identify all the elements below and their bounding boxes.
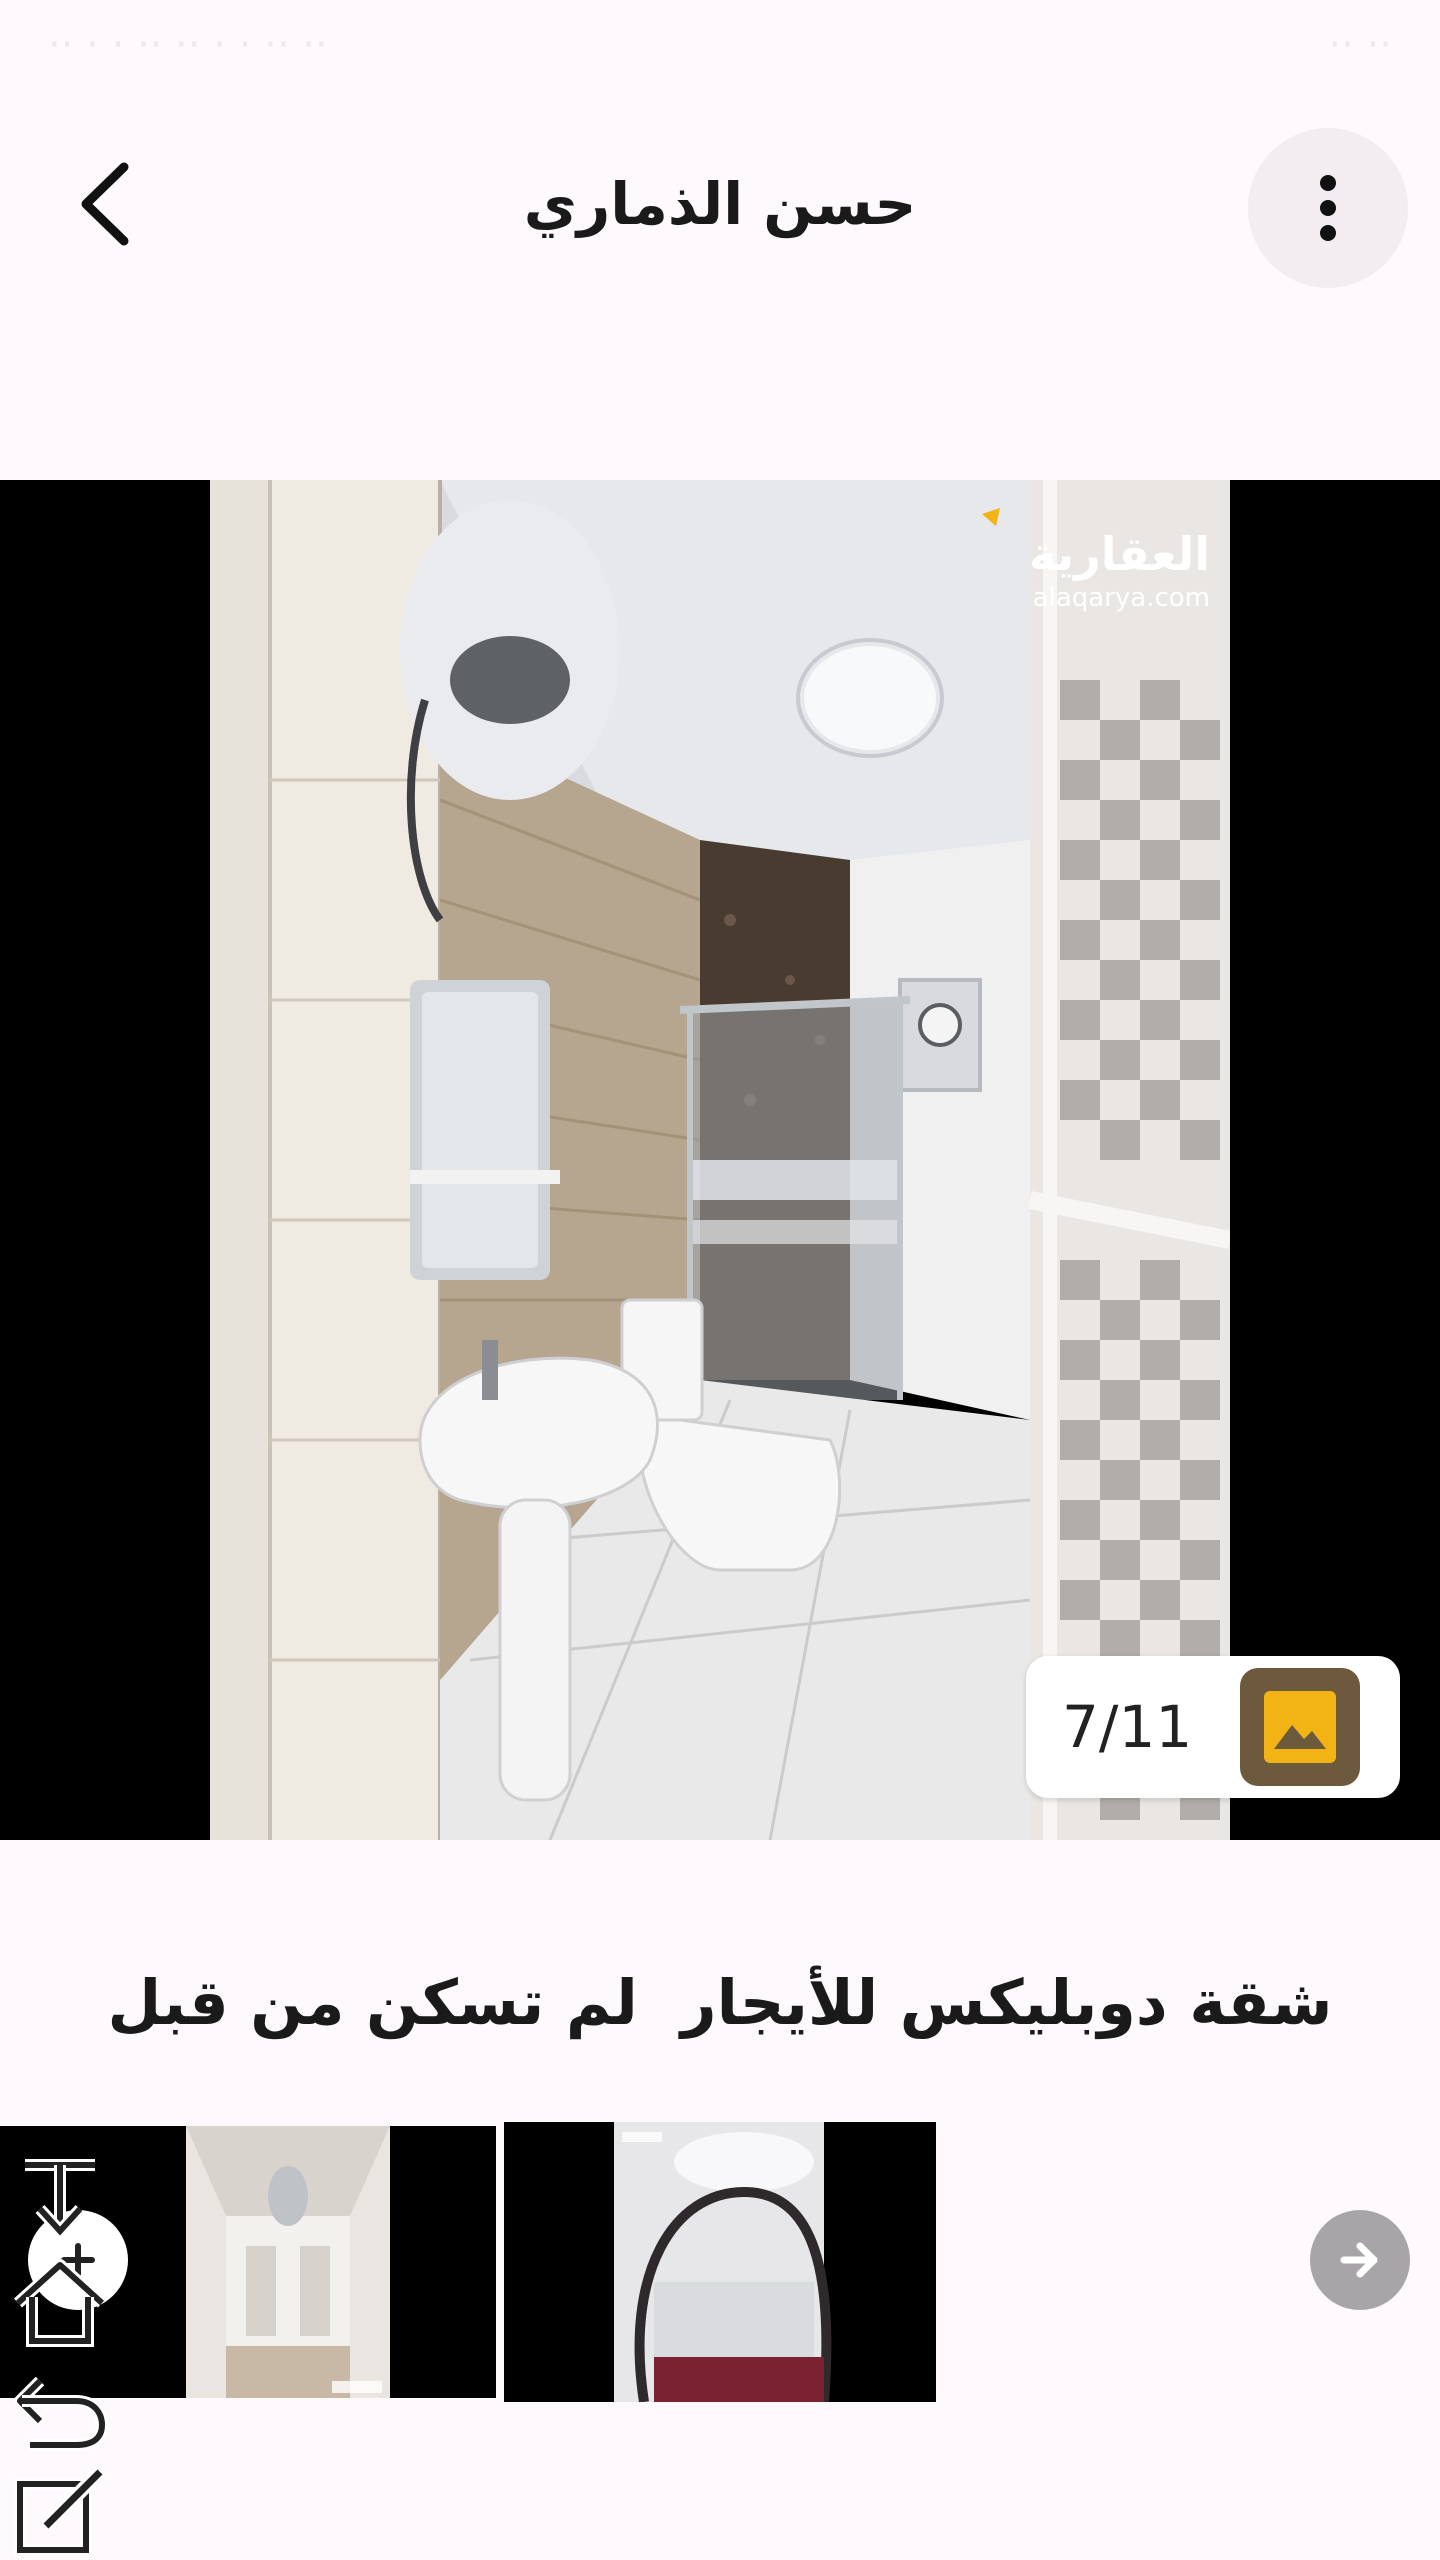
thumbnail-2-image: [504, 2122, 936, 2402]
edit-button[interactable]: [6, 2460, 114, 2560]
status-bar: ·· · · ·· ·· · · ·· ·· ·· ··: [0, 0, 1440, 96]
watermark-url: alaqarya.com: [1033, 583, 1210, 613]
status-bar-left: ·· · · ·· ·· · · ·· ··: [48, 22, 328, 68]
chevron-left-icon: [81, 162, 129, 246]
image-gallery[interactable]: العقارية alaqarya.com: [0, 480, 1440, 1840]
thumbnail-strip: [0, 2118, 1440, 2406]
side-tools: [0, 2150, 120, 2560]
back-button[interactable]: [56, 148, 152, 260]
arrow-right-icon: [1340, 2242, 1378, 2278]
gallery-photo[interactable]: العقارية alaqarya.com: [210, 480, 1230, 1840]
download-button[interactable]: [6, 2152, 114, 2252]
image-counter[interactable]: 7/11: [1026, 1656, 1400, 1798]
undo-button[interactable]: [6, 2356, 114, 2456]
gallery-button[interactable]: [1240, 1668, 1360, 1786]
undo-icon: [14, 2376, 109, 2451]
edit-icon: [14, 2467, 105, 2556]
bathroom-photo: العقارية alaqarya.com: [210, 480, 1230, 1840]
home-icon: [13, 2259, 107, 2347]
watermark-brand: العقارية: [1029, 527, 1210, 581]
app-bar: حسن الذماري: [0, 96, 1440, 320]
more-vertical-icon: [1320, 175, 1336, 241]
thumbnail-2[interactable]: [504, 2122, 936, 2402]
image-counter-text: 7/11: [1062, 1693, 1193, 1761]
status-bar-right: ·· ··: [1328, 22, 1392, 68]
more-options-button[interactable]: [1248, 128, 1408, 288]
image-icon: [1264, 1691, 1336, 1763]
thumbnail-next-button[interactable]: [1310, 2210, 1410, 2310]
page-title: حسن الذماري: [523, 170, 917, 238]
listing-title: شقة دوبليكس للأيجار لم تسكن من قبل: [107, 1966, 1333, 2039]
home-button[interactable]: [6, 2252, 114, 2352]
download-icon: [25, 2159, 95, 2240]
